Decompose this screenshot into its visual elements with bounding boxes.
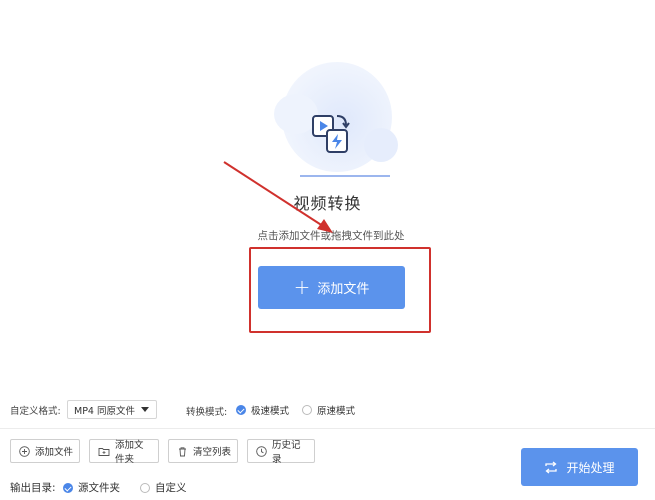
illustration-baseline xyxy=(300,175,390,177)
toolbar-history-label: 历史记录 xyxy=(272,440,301,465)
add-circle-icon xyxy=(19,445,30,457)
radio-checked-icon[interactable] xyxy=(236,405,246,415)
toolbar-clear-list-label: 清空列表 xyxy=(193,447,232,458)
output-label: 输出目录: xyxy=(10,482,56,494)
plus-icon: + xyxy=(293,274,311,299)
add-file-label: 添加文件 xyxy=(317,282,370,297)
toolbar-history-button[interactable]: 历史记录 xyxy=(247,439,315,465)
chevron-down-icon xyxy=(141,407,149,412)
radio-checked-icon[interactable] xyxy=(63,482,73,493)
radio-unchecked-icon[interactable] xyxy=(140,482,150,493)
output-option-source[interactable]: 源文件夹 xyxy=(63,480,120,495)
radio-unchecked-icon[interactable] xyxy=(302,405,312,415)
output-option-custom[interactable]: 自定义 xyxy=(140,480,187,495)
convert-arrows-icon xyxy=(545,460,558,474)
mode-option-fast[interactable]: 极速模式 xyxy=(236,403,289,417)
toolbar-add-file-label: 添加文件 xyxy=(35,447,74,458)
mode-option-label: 原速模式 xyxy=(317,406,356,417)
format-label: 自定义格式: xyxy=(10,406,61,417)
folder-icon xyxy=(98,447,110,456)
format-select[interactable]: MP4 同原文件 xyxy=(67,400,157,419)
trash-icon xyxy=(179,446,186,456)
mode-label: 转换模式: xyxy=(186,407,228,418)
toolbar-add-folder-label: 添加文件夹 xyxy=(115,440,144,465)
video-convert-icon xyxy=(312,115,350,153)
toolbar-add-file-button[interactable]: 添加文件 xyxy=(10,439,80,463)
mode-option-original[interactable]: 原速模式 xyxy=(302,403,355,417)
start-processing-button[interactable]: 开始处理 xyxy=(521,448,638,486)
output-option-label: 自定义 xyxy=(155,482,187,494)
clock-icon xyxy=(256,445,267,457)
drop-hint: 点击添加文件或拖拽文件到此处 xyxy=(257,230,405,242)
toolbar-add-folder-button[interactable]: 添加文件夹 xyxy=(89,439,159,465)
page-title: 视频转换 xyxy=(293,194,362,213)
video-convert-illustration xyxy=(268,60,398,184)
toolbar-clear-list-button[interactable]: 清空列表 xyxy=(168,439,238,463)
divider xyxy=(0,428,655,429)
illustration-cloud xyxy=(364,128,398,162)
add-file-button[interactable]: + 添加文件 xyxy=(258,266,405,309)
start-processing-label: 开始处理 xyxy=(566,460,615,475)
output-option-label: 源文件夹 xyxy=(78,482,120,494)
mode-option-label: 极速模式 xyxy=(251,406,290,417)
format-select-value: MP4 同原文件 xyxy=(74,405,135,417)
